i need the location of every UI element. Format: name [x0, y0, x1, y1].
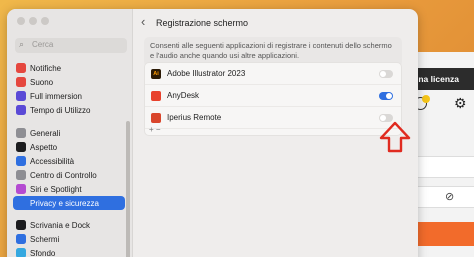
dock-icon	[16, 220, 26, 230]
sidebar-item-sfondo[interactable]: Sfondo	[13, 246, 125, 257]
sidebar-item-label: Centro di Controllo	[30, 170, 97, 180]
minimize-window-button[interactable]	[29, 17, 37, 25]
app-icon	[151, 90, 161, 101]
wallpaper-icon	[16, 248, 26, 257]
main-pane: ‹ Registrazione schermo Consenti alle se…	[134, 9, 418, 257]
sidebar-item-tempo-di-utilizzo[interactable]: Tempo di Utilizzo	[13, 103, 125, 117]
sidebar-item-siri-e-spotlight[interactable]: Siri e Spotlight	[13, 182, 125, 196]
search-placeholder: Cerca	[32, 40, 54, 49]
sidebar-item-accessibilit-[interactable]: Accessibilità	[13, 154, 125, 168]
background-app-toolbar: ⚙	[414, 95, 474, 114]
sidebar-item-label: Privacy e sicurezza	[30, 198, 99, 208]
annotation-arrow-icon	[379, 121, 411, 153]
sidebar-item-label: Aspetto	[30, 142, 58, 152]
moon-icon	[16, 91, 26, 101]
sidebar-item-label: Generali	[30, 128, 61, 138]
app-name: AnyDesk	[167, 91, 200, 100]
sidebar-item-label: Accessibilità	[30, 156, 75, 166]
page-title: Registrazione schermo	[156, 18, 249, 28]
sidebar-item-label: Tempo di Utilizzo	[30, 105, 91, 115]
accessibility-icon	[16, 156, 26, 166]
eye-slash-icon[interactable]: ⊘	[445, 190, 454, 203]
permission-toggle[interactable]	[379, 69, 393, 78]
sidebar-item-label: Schermi	[30, 234, 60, 244]
sidebar-item-full-immersion[interactable]: Full immersion	[13, 89, 125, 103]
sidebar-item-privacy-e-sicurezza[interactable]: Privacy e sicurezza	[13, 196, 125, 210]
add-remove-buttons[interactable]: + −	[145, 125, 401, 135]
app-icon	[151, 112, 161, 123]
app-name: Adobe Illustrator 2023	[167, 69, 246, 78]
display-icon	[16, 234, 26, 244]
sidebar-item-notifiche[interactable]: Notifiche	[13, 61, 125, 75]
sidebar-item-scrivania-e-dock[interactable]: Scrivania e Dock	[13, 218, 125, 232]
search-icon: ⌕	[19, 39, 25, 49]
permission-toggle[interactable]	[379, 91, 393, 100]
sidebar: ⌕ Cerca Notifiche Suono Full immersion Temp…	[7, 9, 133, 257]
app-icon: Ai	[151, 68, 161, 79]
sidebar-item-generali[interactable]: Generali	[13, 126, 125, 140]
sidebar-item-label: Notifiche	[30, 63, 62, 73]
bell-icon	[16, 63, 26, 73]
sidebar-item-label: Scrivania e Dock	[30, 220, 91, 230]
siri-icon	[16, 184, 26, 194]
sidebar-item-label: Sfondo	[30, 248, 56, 257]
control-center-icon	[16, 170, 26, 180]
gear-icon	[16, 128, 26, 138]
system-settings-window: ⌕ Cerca Notifiche Suono Full immersion Temp…	[7, 9, 418, 257]
speaker-icon	[16, 77, 26, 87]
app-name: Iperius Remote	[167, 113, 222, 122]
chevron-left-icon[interactable]: ‹	[141, 14, 145, 29]
gear-icon[interactable]: ⚙	[454, 95, 467, 112]
sidebar-item-schermi[interactable]: Schermi	[13, 232, 125, 246]
sidebar-scrollbar[interactable]	[126, 121, 130, 257]
zoom-window-button[interactable]	[41, 17, 49, 25]
close-window-button[interactable]	[17, 17, 25, 25]
app-row: Ai Adobe Illustrator 2023	[145, 63, 401, 85]
background-password-input[interactable]: ⊘	[414, 186, 474, 208]
background-input[interactable]	[414, 156, 474, 178]
appearance-icon	[16, 142, 26, 152]
hand-icon	[16, 198, 26, 208]
sidebar-item-suono[interactable]: Suono	[13, 75, 125, 89]
app-row: AnyDesk	[145, 85, 401, 107]
background-action-button[interactable]	[414, 222, 474, 246]
sidebar-item-centro-di-controllo[interactable]: Centro di Controllo	[13, 168, 125, 182]
app-list: Ai Adobe Illustrator 2023 AnyDesk Iperius R…	[144, 62, 402, 136]
sidebar-item-label: Siri e Spotlight	[30, 184, 82, 194]
sidebar-item-label: Full immersion	[30, 91, 83, 101]
sidebar-item-aspetto[interactable]: Aspetto	[13, 140, 125, 154]
hourglass-icon	[16, 105, 26, 115]
sidebar-item-label: Suono	[30, 77, 54, 87]
search-field[interactable]: ⌕ Cerca	[15, 38, 127, 53]
